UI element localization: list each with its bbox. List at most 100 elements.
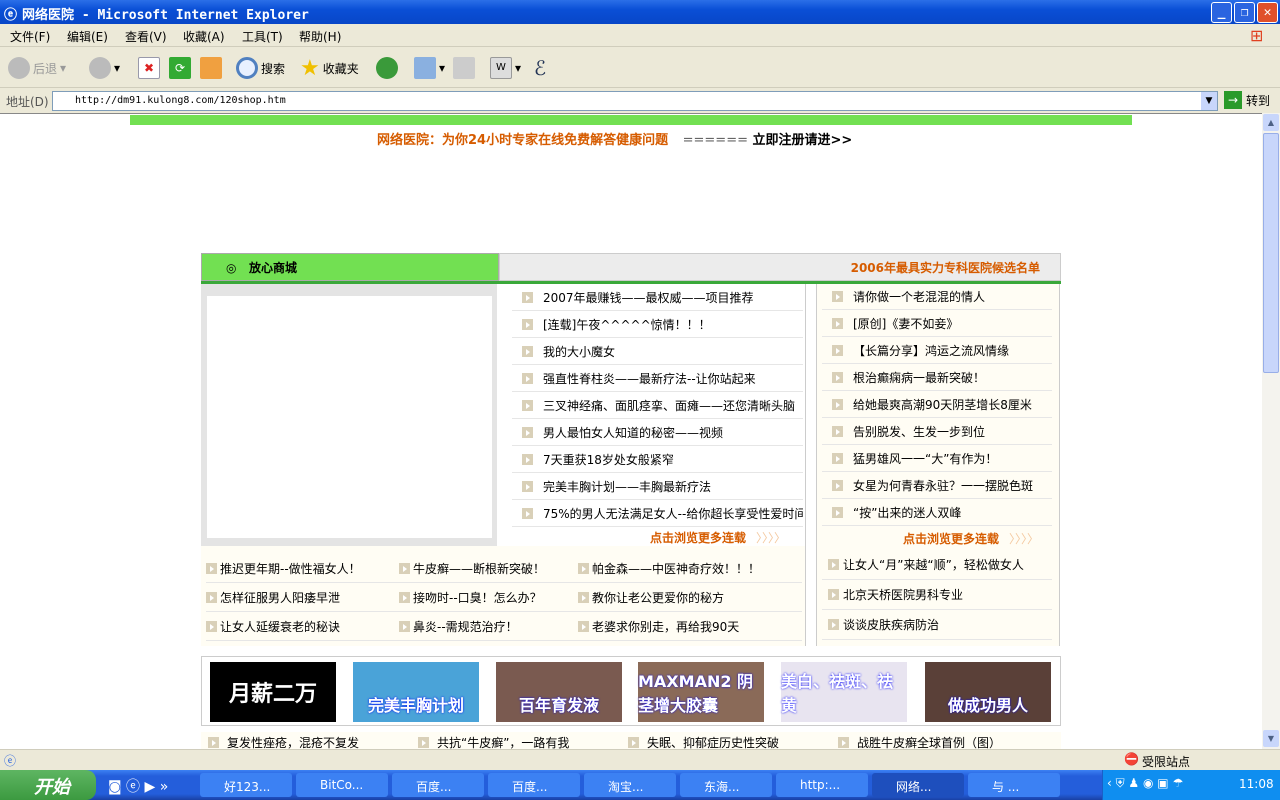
minimize-button[interactable]: _ [1211, 2, 1232, 23]
menu-tools[interactable]: 工具(T) [242, 28, 283, 45]
start-button[interactable]: 开始 [0, 770, 96, 800]
restore-button[interactable]: ❐ [1234, 2, 1255, 23]
list-item[interactable]: 完美丰胸计划——丰胸最新疗法 [512, 473, 803, 500]
list-item[interactable]: [连载]午夜^^^^^惊情！！！ [512, 311, 803, 338]
arrow-bullet-icon [832, 398, 843, 410]
banner-ad[interactable]: 做成功男人 [925, 662, 1051, 722]
list-item[interactable]: [原创]《妻不如妾》 [822, 310, 1052, 337]
list-item[interactable]: 失眠、抑郁症历史性突破 [628, 734, 828, 749]
mail-button[interactable]: ▾ [414, 56, 445, 80]
menu-favorites[interactable]: 收藏(A) [183, 28, 225, 45]
menu-file[interactable]: 文件(F) [10, 28, 50, 45]
home-button[interactable] [200, 56, 222, 80]
list-item-text: 7天重获18岁处女般紧窄 [543, 452, 674, 467]
grid-link[interactable]: 老婆求你别走，再给我90天 [578, 612, 801, 641]
grid-link-text: 怎样征服男人阳痿早泄 [220, 591, 341, 605]
print-button[interactable] [453, 56, 475, 80]
arrow-bullet-icon [832, 290, 843, 302]
grid-link[interactable]: 接吻时--口臭！怎么办？ [399, 583, 589, 612]
grid-link[interactable]: 让女人延缓衰老的秘诀 [206, 612, 396, 641]
taskbar-item[interactable]: 百度... [488, 773, 580, 797]
list-item[interactable]: 北京天桥医院男科专业 [822, 580, 1052, 610]
taskbar-item-label: BitCo... [320, 778, 364, 792]
back-button[interactable]: 后退 ▾ [8, 56, 66, 80]
list-item[interactable]: 战胜牛皮癣全球首例（图） [838, 734, 1038, 749]
history-button[interactable] [376, 56, 398, 80]
list-item[interactable]: 强直性脊柱炎——最新疗法--让你站起来 [512, 365, 803, 392]
close-button[interactable]: ✕ [1257, 2, 1278, 23]
list-item-text: 2007年最赚钱——最权威——项目推荐 [543, 290, 754, 305]
grid-link[interactable]: 怎样征服男人阳痿早泄 [206, 583, 396, 612]
tab-hospital-list[interactable]: 2006年最具实力专科医院候选名单 [499, 253, 1061, 281]
list-item[interactable]: 猛男雄风一一“大”有作为！ [822, 445, 1052, 472]
list-item[interactable]: 复发性痤疮，混疮不复发 [208, 734, 408, 749]
address-input[interactable]: http://dm91.kulong8.com/120shop.htm [52, 91, 1218, 111]
list-item[interactable]: 2007年最赚钱——最权威——项目推荐 [512, 284, 803, 311]
tab-shop[interactable]: ◎ 放心商城 [201, 253, 499, 281]
list-item[interactable]: 告别脱发、生发一步到位 [822, 418, 1052, 445]
banner-ad[interactable]: 完美丰胸计划 [353, 662, 479, 722]
forward-button[interactable]: ▾ [89, 56, 120, 80]
taskbar-item[interactable]: 东海... [680, 773, 772, 797]
grid-link[interactable]: 鼻炎--需规范治疗！ [399, 612, 589, 641]
list-item[interactable]: 三叉神经痛、面肌痉挛、面瘫——还您清晰头脑 [512, 392, 803, 419]
window-title: 网络医院 - Microsoft Internet Explorer [22, 8, 309, 23]
taskbar-item[interactable]: 淘宝... [584, 773, 676, 797]
taskbar-item[interactable]: BitCo... [296, 773, 388, 797]
search-button[interactable]: 搜索 [236, 56, 285, 80]
arrow-bullet-icon [206, 621, 217, 632]
scroll-thumb[interactable] [1263, 133, 1279, 373]
banner-ad[interactable]: 美白、祛斑、祛黄 [781, 662, 907, 722]
stop-icon: ✖ [138, 57, 160, 79]
list-item[interactable]: 女星为何青春永驻？一一摆脱色斑 [822, 472, 1052, 499]
header-separator: ====== [682, 133, 748, 148]
menu-edit[interactable]: 编辑(E) [67, 28, 108, 45]
scroll-down-button[interactable]: ▼ [1263, 730, 1279, 747]
edit-button[interactable]: W ▾ [490, 56, 521, 80]
taskbar-item[interactable]: 好123... [200, 773, 292, 797]
home-icon [200, 57, 222, 79]
windows-logo-icon: ⊞ [1250, 26, 1264, 45]
banner-ad[interactable]: 月薪二万 [210, 662, 336, 722]
taskbar-item[interactable]: http:... [776, 773, 868, 797]
list-item[interactable]: 我的大小魔女 [512, 338, 803, 365]
quick-launch-icons[interactable]: ◙ ⓔ ▶ » [108, 776, 168, 796]
tray-icons[interactable]: ‹ ⛨ ♟ ◉ ▣ ☂ [1107, 776, 1183, 791]
messenger-button[interactable]: ℰ [534, 56, 546, 80]
taskbar-item[interactable]: 与 ... [968, 773, 1060, 797]
taskbar-item[interactable]: 网络... [872, 773, 964, 797]
vertical-scrollbar[interactable]: ▲ ▼ [1262, 113, 1280, 749]
address-dropdown-button[interactable]: ▼ [1201, 92, 1217, 110]
arrow-bullet-icon [522, 453, 533, 465]
list-item[interactable]: 让女人“月”来越“顺”，轻松做女人 [822, 550, 1052, 580]
grid-link-text: 推迟更年期--做性福女人！ [220, 562, 361, 576]
favorites-button[interactable]: ★ 收藏夹 [300, 56, 359, 81]
list-item[interactable]: 谈谈皮肤疾病防治 [822, 610, 1052, 640]
menu-help[interactable]: 帮助(H) [299, 28, 341, 45]
more-link-middle[interactable]: 点击浏览更多连载 〉〉〉〉 [650, 529, 786, 546]
grid-link[interactable]: 推迟更年期--做性福女人！ [206, 554, 396, 583]
stop-button[interactable]: ✖ [138, 56, 160, 80]
list-item[interactable]: 共抗“牛皮癣”，一路有我 [418, 734, 618, 749]
grid-link[interactable]: 帕金森——中医神奇疗效！！！ [578, 554, 801, 583]
banner-ad[interactable]: MAXMAN2 阴茎增大胶囊 [638, 662, 764, 722]
list-item[interactable]: “按”出来的迷人双峰 [822, 499, 1052, 526]
taskbar-item[interactable]: 百度... [392, 773, 484, 797]
list-item[interactable]: 7天重获18岁处女般紧窄 [512, 446, 803, 473]
grid-link[interactable]: 教你让老公更爱你的秘方 [578, 583, 801, 612]
list-item[interactable]: 给她最爽高潮90天阴茎增长8厘米 [822, 391, 1052, 418]
menu-view[interactable]: 查看(V) [125, 28, 167, 45]
grid-link[interactable]: 牛皮癣——断根新突破！ [399, 554, 589, 583]
list-item[interactable]: 75%的男人无法满足女人--给你超长享受性爱时间 [512, 500, 803, 527]
list-item[interactable]: 【长篇分享】鸿运之流风情缘 [822, 337, 1052, 364]
list-item[interactable]: 请你做一个老混混的情人 [822, 283, 1052, 310]
scroll-up-button[interactable]: ▲ [1263, 114, 1279, 131]
list-item[interactable]: 男人最怕女人知道的秘密——视频 [512, 419, 803, 446]
go-button[interactable]: → 转到 [1224, 91, 1270, 109]
list-item[interactable]: 根治癫痫病一最新突破！ [822, 364, 1052, 391]
more-link-right[interactable]: 点击浏览更多连载 〉〉〉〉 [903, 530, 1039, 547]
register-link[interactable]: 立即注册请进>> [753, 133, 853, 148]
banner-ad[interactable]: 百年育发液 [496, 662, 622, 722]
arrow-bullet-icon [522, 372, 533, 384]
refresh-button[interactable]: ⟳ [169, 56, 191, 80]
